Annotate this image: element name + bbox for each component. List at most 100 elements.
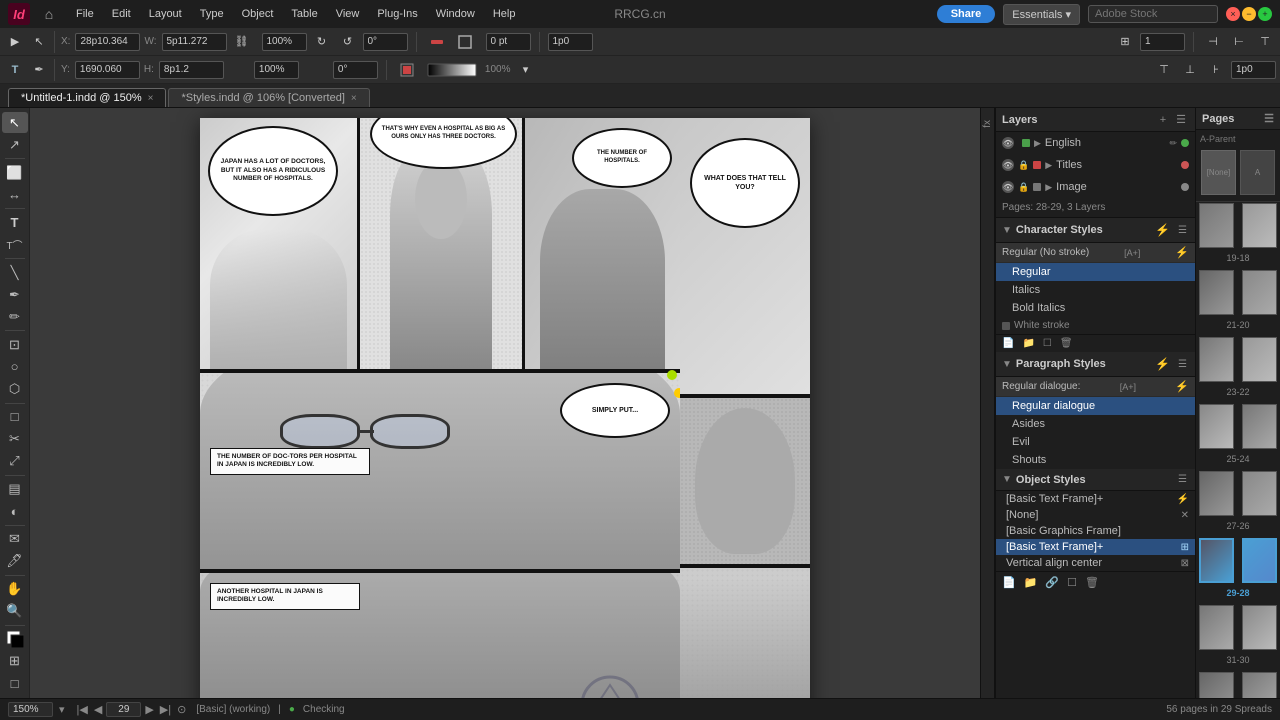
adobe-stock-search[interactable] <box>1088 5 1218 23</box>
char-styles-clear-btn[interactable]: ☐ <box>1041 337 1054 350</box>
page-number-input[interactable] <box>106 702 141 717</box>
menu-help[interactable]: Help <box>485 5 524 23</box>
home-icon[interactable]: ⌂ <box>38 3 60 25</box>
stroke-type-btn[interactable] <box>395 59 419 81</box>
pen-tool-left[interactable]: ✒ <box>2 284 28 305</box>
menu-file[interactable]: File <box>68 5 102 23</box>
last-page-btn[interactable]: ▶| <box>158 703 173 716</box>
obj-style-basic-graphics[interactable]: [Basic Graphics Frame] <box>996 523 1195 539</box>
char-styles-folder-btn[interactable]: 📁 <box>1020 337 1036 350</box>
layer-titles-expand[interactable]: ▶ <box>1045 160 1052 171</box>
page-thumb-26[interactable] <box>1242 471 1277 516</box>
type-tool[interactable]: T <box>4 59 26 81</box>
transform-toggle[interactable]: ⊞ <box>1114 31 1136 53</box>
page-thumb-21[interactable] <box>1199 270 1234 315</box>
char-style-regular[interactable]: Regular <box>996 263 1195 281</box>
align-bottom[interactable]: ⊦ <box>1205 59 1227 81</box>
share-button[interactable]: Share <box>937 5 996 23</box>
obj-style-none-x[interactable]: ✕ <box>1181 510 1189 521</box>
para-styles-collapse-icon[interactable]: ▼ <box>1002 359 1012 370</box>
obj-style-basic-text-plus[interactable]: [Basic Text Frame]+ ⚡ <box>996 491 1195 507</box>
obj-styles-delete[interactable]: 🗑 <box>1083 574 1101 591</box>
pencil-tool[interactable]: ✏ <box>2 306 28 327</box>
align-right[interactable]: ⊤ <box>1254 31 1276 53</box>
page-thumb-33[interactable] <box>1199 672 1234 698</box>
ellipse-frame-tool[interactable]: ○ <box>2 356 28 377</box>
menu-table[interactable]: Table <box>283 5 325 23</box>
menu-edit[interactable]: Edit <box>104 5 139 23</box>
layer-titles-lock[interactable]: 🔒 <box>1018 160 1029 171</box>
layer-image-expand[interactable]: ▶ <box>1045 182 1052 193</box>
char-style-bold-italics[interactable]: Bold Italics <box>996 299 1195 317</box>
spread-19-18[interactable] <box>1196 202 1280 249</box>
layers-add-btn[interactable]: + <box>1157 113 1169 127</box>
rotate-cw[interactable]: ↻ <box>311 31 333 53</box>
char-styles-new-btn[interactable]: ⚡ <box>1153 222 1172 238</box>
lock-proportions[interactable]: ⛓ <box>231 31 253 53</box>
view-mode-toggle[interactable]: ⊞ <box>2 651 28 672</box>
zoom-input[interactable] <box>8 702 53 717</box>
align-center[interactable]: ⊢ <box>1228 31 1250 53</box>
scale-y-field[interactable] <box>254 61 299 79</box>
para-styles-new-btn[interactable]: ⚡ <box>1153 356 1172 372</box>
scale-x-field[interactable] <box>262 33 307 51</box>
page-thumb-24[interactable] <box>1242 404 1277 449</box>
next-page-btn[interactable]: ▶ <box>143 703 155 716</box>
zoom-menu[interactable]: ▾ <box>57 703 67 716</box>
type-on-path-tool[interactable]: T⌒ <box>2 234 28 255</box>
stroke-val1[interactable] <box>548 33 593 51</box>
object-styles-header[interactable]: ▼ Object Styles ☰ <box>996 469 1195 491</box>
layer-image-lock[interactable]: 🔒 <box>1018 182 1029 193</box>
rectangle-tool[interactable]: □ <box>2 406 28 427</box>
gradient-swatch-tool[interactable]: ▤ <box>2 479 28 500</box>
note-tool[interactable]: ✉ <box>2 529 28 550</box>
rotate-field[interactable] <box>363 33 408 51</box>
obj-styles-create[interactable]: 📄 <box>1000 574 1018 591</box>
type-tool-left[interactable]: T <box>2 212 28 233</box>
page-thumb-30[interactable] <box>1242 605 1277 650</box>
page-thumb-31[interactable] <box>1199 605 1234 650</box>
layer-titles-eye[interactable]: 👁 <box>1002 159 1014 171</box>
align-left[interactable]: ⊣ <box>1202 31 1224 53</box>
para-style-regular-lightning[interactable]: ⚡ <box>1175 380 1189 393</box>
minimize-button[interactable]: − <box>1242 7 1256 21</box>
page-thumb-22[interactable] <box>1242 337 1277 382</box>
menu-plugins[interactable]: Plug-Ins <box>369 5 425 23</box>
para-style-regular-dialogue-header[interactable]: Regular dialogue: [A+] ⚡ <box>996 377 1195 397</box>
w-field[interactable] <box>162 33 227 51</box>
stroke-val3[interactable] <box>1231 61 1276 79</box>
obj-styles-clear[interactable]: ☐ <box>1065 574 1079 591</box>
char-style-italics[interactable]: Italics <box>996 281 1195 299</box>
h-field[interactable] <box>159 61 224 79</box>
stroke-val2[interactable] <box>1140 33 1185 51</box>
page-thumb-18[interactable] <box>1242 203 1277 248</box>
layer-english-edit-icon[interactable]: ✏ <box>1169 138 1177 149</box>
distribute[interactable]: ⊥ <box>1179 59 1201 81</box>
stroke-options[interactable]: ▾ <box>514 59 536 81</box>
page-thumb-19[interactable] <box>1199 203 1234 248</box>
layer-english[interactable]: 👁 ▶ English ✏ <box>996 132 1195 154</box>
tab-close-untitled[interactable]: × <box>148 93 154 104</box>
char-styles-create-btn[interactable]: 📄 <box>1000 337 1016 350</box>
char-style-group-white-stroke[interactable]: White stroke <box>996 317 1195 334</box>
layers-menu-btn[interactable]: ☰ <box>1173 112 1189 127</box>
scissors-tool[interactable]: ✂ <box>2 428 28 449</box>
obj-style-basic-text-lightning[interactable]: ⚡ <box>1177 494 1189 505</box>
menu-layout[interactable]: Layout <box>141 5 190 23</box>
maximize-button[interactable]: + <box>1258 7 1272 21</box>
line-tool[interactable]: ╲ <box>2 262 28 283</box>
polygon-frame-tool[interactable]: ⬡ <box>2 378 28 399</box>
pages-panel-menu-btn[interactable]: ☰ <box>1264 112 1274 125</box>
prev-page-btn[interactable]: ◀ <box>92 703 104 716</box>
direct-selection-tool[interactable]: ↗ <box>2 134 28 155</box>
obj-styles-folder[interactable]: 📁 <box>1022 574 1040 591</box>
char-style-no-stroke[interactable]: Regular (No stroke) [A+] ⚡ <box>996 243 1195 263</box>
free-transform-tool[interactable]: ⤢ <box>2 451 28 472</box>
page-thumb-25[interactable] <box>1199 404 1234 449</box>
obj-style-vertical-align[interactable]: Vertical align center ⊠ <box>996 555 1195 571</box>
obj-styles-collapse-icon[interactable]: ▼ <box>1002 474 1012 485</box>
screen-mode[interactable]: □ <box>2 673 28 694</box>
pen-tool[interactable]: ✒ <box>28 59 50 81</box>
x-field[interactable] <box>75 33 140 51</box>
hand-tool[interactable]: ✋ <box>2 579 28 600</box>
